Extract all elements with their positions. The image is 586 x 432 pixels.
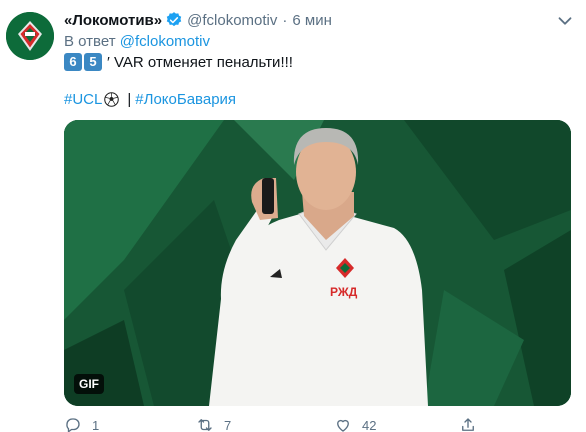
retweet-count: 7 xyxy=(224,417,232,432)
action-bar: 1 7 42 xyxy=(64,414,571,432)
chevron-down-icon[interactable] xyxy=(554,10,576,32)
retweet-button[interactable]: 7 xyxy=(196,414,231,432)
separator-dot: · xyxy=(282,11,288,29)
like-count: 42 xyxy=(362,417,377,432)
logo-avatar xyxy=(6,12,54,60)
avatar[interactable] xyxy=(6,12,54,60)
reply-count: 1 xyxy=(92,417,100,432)
like-button[interactable]: 42 xyxy=(334,414,376,432)
hashtag-line: #UCL | #ЛокоБавария xyxy=(64,91,236,108)
reply-prefix: В ответ xyxy=(64,33,116,50)
soccer-ball-icon xyxy=(104,92,120,107)
reply-handle-link[interactable]: @fclokomotiv xyxy=(120,33,210,50)
svg-text:РЖД: РЖД xyxy=(330,285,358,299)
tweet-header: «Локомотив» @fclokomotiv · 6 мин xyxy=(64,10,332,30)
verified-icon xyxy=(166,12,182,27)
gif-frame-image: РЖД xyxy=(64,120,571,406)
keycap-icon: 5 xyxy=(84,53,102,71)
tweet[interactable]: «Локомотив» @fclokomotiv · 6 мин В ответ… xyxy=(0,0,586,432)
share-icon xyxy=(462,418,474,431)
keycap-icon: 6 xyxy=(64,53,82,71)
tweet-text: 6 5 ′ VAR отменяет пенальти!!! xyxy=(64,52,293,72)
share-button[interactable] xyxy=(459,414,477,432)
tweet-body: ′ VAR отменяет пенальти!!! xyxy=(107,53,293,71)
gif-badge: GIF xyxy=(74,374,104,394)
reply-icon xyxy=(66,418,80,432)
hashtag-link[interactable]: #ЛокоБавария xyxy=(135,91,236,108)
reply-button[interactable]: 1 xyxy=(64,414,99,432)
reply-context: В ответ @fclokomotiv xyxy=(64,33,210,50)
retweet-icon xyxy=(198,419,212,431)
gif-media[interactable]: РЖД GIF xyxy=(64,120,571,406)
hashtag-separator: | xyxy=(127,91,132,108)
author-handle[interactable]: @fclokomotiv xyxy=(187,12,277,29)
hashtag-link[interactable]: #UCL xyxy=(64,91,102,108)
author-name[interactable]: «Локомотив» xyxy=(64,12,162,29)
like-icon xyxy=(337,419,349,432)
tweet-time[interactable]: 6 мин xyxy=(292,12,332,29)
